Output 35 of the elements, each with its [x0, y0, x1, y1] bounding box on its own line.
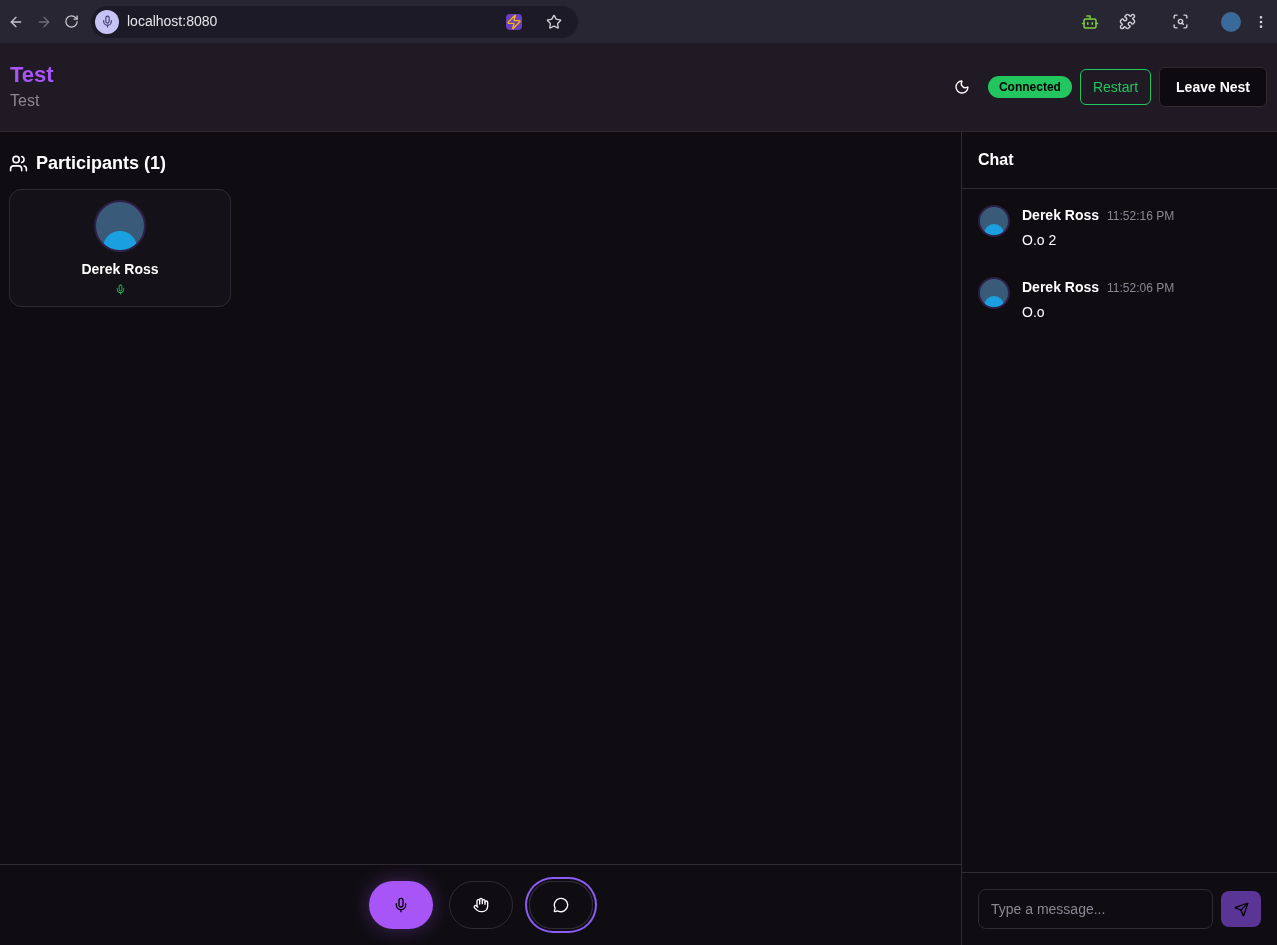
message-author: Derek Ross	[1022, 206, 1100, 225]
theme-moon-icon[interactable]	[953, 79, 970, 95]
avatar-placeholder	[978, 205, 1010, 237]
leave-button[interactable]: Leave Nest	[1159, 67, 1267, 107]
message-text: O.o 2	[1022, 231, 1058, 250]
puzzle-icon[interactable]	[1119, 13, 1136, 30]
robot-icon[interactable]	[1081, 12, 1099, 31]
users-icon	[9, 154, 28, 173]
restart-button[interactable]: Restart	[1079, 69, 1152, 105]
message-text: O.o	[1022, 303, 1046, 322]
avatar-placeholder	[94, 200, 146, 252]
reload-icon[interactable]	[64, 14, 79, 29]
microphone-icon	[114, 284, 126, 295]
nest-title: Test	[10, 61, 54, 89]
address-bar[interactable]: localhost:8080	[91, 5, 578, 38]
microphone-button[interactable]	[368, 881, 433, 929]
url-text: localhost:8080	[127, 12, 218, 31]
participants-heading: Participants (1)	[36, 152, 167, 175]
nest-subtitle: Test	[10, 91, 41, 111]
message-time: 11:52:06 PM	[1107, 280, 1175, 297]
message-author: Derek Ross	[1022, 278, 1100, 297]
lightning-icon[interactable]	[506, 13, 522, 30]
speech-bubble-icon	[552, 897, 569, 913]
hand-icon	[472, 897, 489, 913]
connection-status: Connected	[987, 76, 1072, 98]
bookmark-star-icon[interactable]	[546, 13, 562, 30]
message-time: 11:52:16 PM	[1107, 208, 1175, 225]
screen-search-icon[interactable]	[1172, 13, 1189, 30]
message-input[interactable]: Type a message...	[978, 889, 1213, 929]
avatar-placeholder	[978, 277, 1010, 309]
microphone-icon	[95, 9, 119, 34]
send-icon	[1233, 901, 1249, 917]
chat-heading: Chat	[978, 150, 1014, 170]
participant-name: Derek Ross	[81, 260, 159, 279]
profile-avatar[interactable]	[1221, 11, 1241, 32]
